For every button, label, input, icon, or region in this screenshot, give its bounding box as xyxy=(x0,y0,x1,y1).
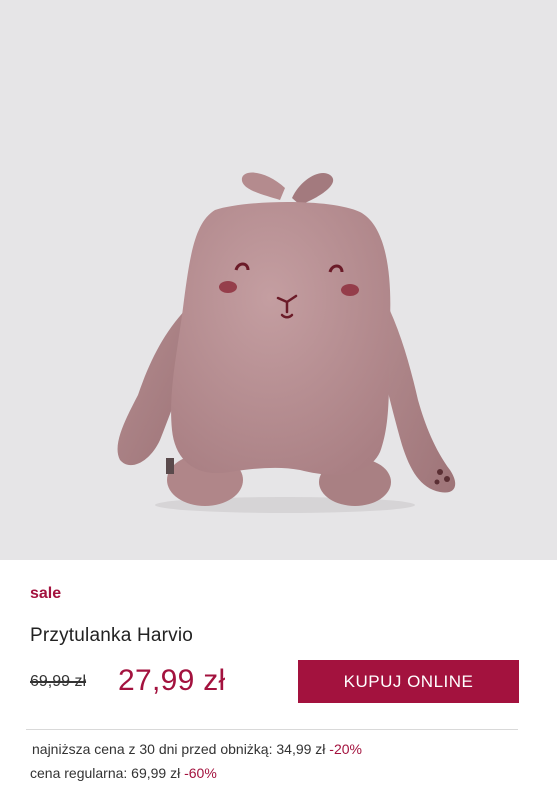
left-cheek xyxy=(219,281,237,293)
right-ear xyxy=(292,172,334,205)
product-title[interactable]: Przytulanka Harvio xyxy=(30,625,193,647)
product-info: sale Przytulanka Harvio 69,99 zł 27,99 z… xyxy=(0,560,557,800)
paw-mark xyxy=(437,469,443,475)
lowest-price-label: najniższa cena z 30 dni przed obniżką: 3… xyxy=(32,741,326,757)
current-price: 27,99 zł xyxy=(118,664,226,697)
left-ear xyxy=(241,172,285,200)
paw-mark xyxy=(434,479,440,485)
paw-mark xyxy=(444,476,450,482)
product-card: sale Przytulanka Harvio 69,99 zł 27,99 z… xyxy=(0,0,557,800)
lowest-price-note: najniższa cena z 30 dni przed obniżką: 3… xyxy=(32,741,362,757)
regular-price-discount: -60% xyxy=(184,765,217,781)
regular-price-note: cena regularna: 69,99 zł -60% xyxy=(30,765,217,781)
divider xyxy=(26,729,518,730)
plush-bunny-illustration xyxy=(117,172,456,513)
right-cheek xyxy=(341,284,359,296)
sale-badge: sale xyxy=(30,585,62,602)
body xyxy=(171,202,391,475)
old-price: 69,99 zł xyxy=(30,673,87,690)
lowest-price-discount: -20% xyxy=(329,741,362,757)
buy-online-button[interactable]: KUPUJ ONLINE xyxy=(298,660,519,703)
label-tag xyxy=(166,458,174,474)
regular-price-label: cena regularna: 69,99 zł xyxy=(30,765,181,781)
product-image[interactable] xyxy=(0,0,557,560)
